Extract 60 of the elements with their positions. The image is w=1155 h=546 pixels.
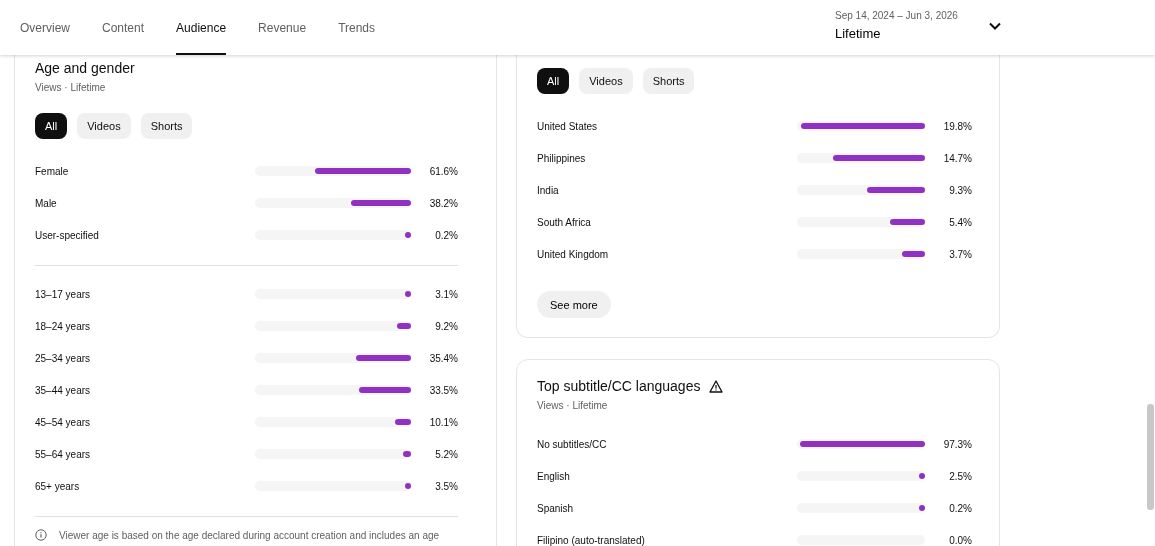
row-value: 3.1% xyxy=(434,288,458,300)
filter-chip[interactable]: All xyxy=(537,68,570,94)
tab[interactable]: Audience xyxy=(176,0,227,55)
row-value: 3.7% xyxy=(948,248,972,260)
chevron-down-icon xyxy=(989,22,1001,30)
row-label: Female xyxy=(35,165,70,177)
tab[interactable]: Content xyxy=(102,0,145,55)
filter-chip[interactable]: Shorts xyxy=(140,113,193,139)
card-subtitle: Views · Lifetime xyxy=(35,81,107,95)
row-value: 0.0% xyxy=(948,534,972,546)
row-label: United Kingdom xyxy=(537,248,610,260)
row-value: 97.3% xyxy=(942,438,972,450)
scrollbar-thumb[interactable] xyxy=(1147,404,1154,510)
card-title: Age and gender xyxy=(35,59,136,77)
info-icon xyxy=(35,529,47,541)
date-range-dropdown[interactable]: Sep 14, 2024 – Jun 3, 2026 Lifetime xyxy=(815,0,1015,55)
row-value: 9.2% xyxy=(434,320,458,332)
row-label: User-specified xyxy=(35,229,100,241)
see-more-button[interactable]: See more xyxy=(537,291,611,318)
row-value: 3.5% xyxy=(434,480,458,492)
row-value: 0.2% xyxy=(948,502,972,514)
row-label: Spanish xyxy=(537,502,575,514)
tab[interactable]: Revenue xyxy=(258,0,307,55)
row-label: Philippines xyxy=(537,152,587,164)
row-label: Filipino (auto-translated) xyxy=(537,534,646,546)
row-value: 10.1% xyxy=(428,416,458,428)
tab[interactable]: Overview xyxy=(20,0,70,55)
row-value: 19.8% xyxy=(942,120,972,132)
row-label: 55–64 years xyxy=(35,448,92,460)
filter-chip[interactable]: Videos xyxy=(77,113,131,139)
row-value: 9.3% xyxy=(948,184,972,196)
row-label: 45–54 years xyxy=(35,416,92,428)
footnote-text: Viewer age is based on the age declared during account creation and includes an age xyxy=(59,529,440,541)
card-subtitle: Views · Lifetime xyxy=(537,399,609,413)
warning-icon xyxy=(709,379,724,393)
row-label: English xyxy=(537,470,571,482)
tab[interactable]: Trends xyxy=(338,0,376,55)
row-label: India xyxy=(537,184,560,196)
row-label: Male xyxy=(35,197,58,209)
row-value: 5.2% xyxy=(434,448,458,460)
row-label: 35–44 years xyxy=(35,384,92,396)
row-value: 2.5% xyxy=(948,470,972,482)
filter-chip[interactable]: Videos xyxy=(579,68,633,94)
row-label: 25–34 years xyxy=(35,352,92,364)
row-value: 14.7% xyxy=(942,152,972,164)
row-value: 38.2% xyxy=(428,197,458,209)
row-label: No subtitles/CC xyxy=(537,438,608,450)
row-value: 0.2% xyxy=(434,229,458,241)
row-label: United States xyxy=(537,120,599,132)
card-title: Top subtitle/CC languages xyxy=(537,377,701,395)
row-value: 35.4% xyxy=(428,352,458,364)
row-value: 61.6% xyxy=(428,165,458,177)
row-label: 13–17 years xyxy=(35,288,92,300)
row-label: South Africa xyxy=(537,216,592,228)
filter-chip[interactable]: Shorts xyxy=(642,68,695,94)
row-value: 5.4% xyxy=(948,216,972,228)
row-value: 33.5% xyxy=(428,384,458,396)
row-label: 18–24 years xyxy=(35,320,92,332)
filter-chip[interactable]: All xyxy=(35,113,68,139)
row-label: 65+ years xyxy=(35,480,81,492)
